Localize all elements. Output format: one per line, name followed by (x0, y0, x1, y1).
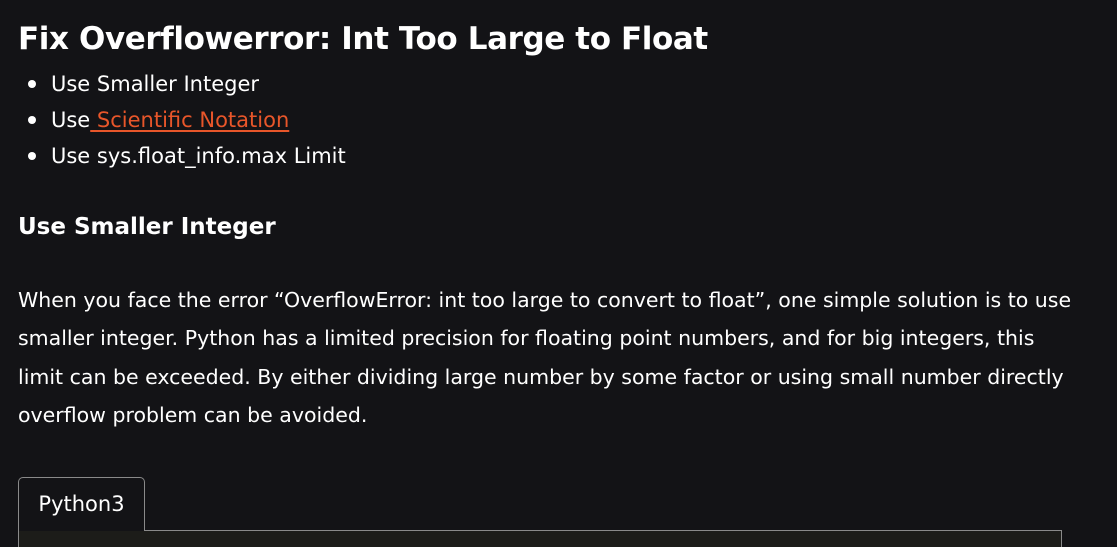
toc-item-label: Use sys.float_info.max Limit (51, 144, 346, 168)
scientific-notation-link[interactable]: Scientific Notation (90, 108, 289, 132)
bullet-icon (28, 116, 36, 124)
bullet-icon (28, 152, 36, 160)
article-page: Fix Overflowerror: Int Too Large to Floa… (0, 0, 1117, 547)
toc-item-smaller-integer: Use Smaller Integer (18, 66, 346, 102)
toc-item-float-info-max: Use sys.float_info.max Limit (18, 138, 346, 174)
page-title: Fix Overflowerror: Int Too Large to Floa… (18, 21, 708, 57)
toc-item-scientific-notation: Use Scientific Notation (18, 102, 346, 138)
toc-item-label: Use (51, 108, 91, 132)
code-block (18, 530, 1062, 547)
bullet-icon (28, 80, 36, 88)
table-of-contents: Use Smaller Integer Use Scientific Notat… (18, 66, 346, 174)
section-heading: Use Smaller Integer (18, 214, 276, 240)
code-tab-python3[interactable]: Python3 (18, 477, 145, 531)
section-paragraph: When you face the error “OverflowError: … (18, 288, 1072, 427)
toc-item-label: Use Smaller Integer (51, 72, 260, 96)
